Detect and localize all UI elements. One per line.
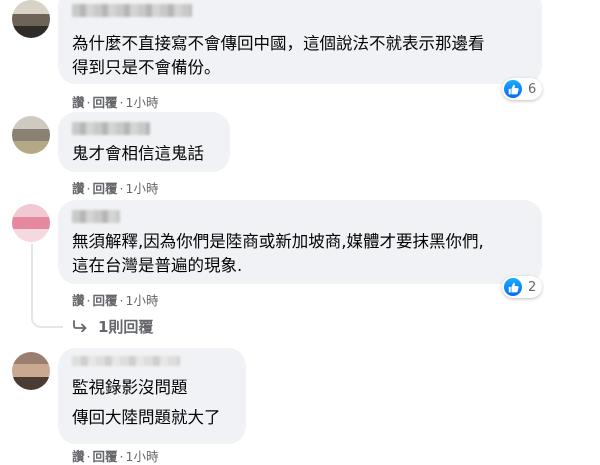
- like-button[interactable]: 讚: [72, 449, 85, 464]
- comment-actions: 讚 · 回覆 · 1小時: [72, 178, 158, 197]
- comment-text-line-1: 為什麼不直接寫不會傳回中國，這個說法不就表示那邊看: [72, 34, 485, 53]
- reaction-count: 6: [528, 81, 537, 97]
- timestamp[interactable]: 1小時: [126, 181, 159, 196]
- comment-actions: 讚 · 回覆 · 1小時: [72, 290, 158, 309]
- commenter-name-redacted[interactable]: [72, 210, 120, 223]
- separator-dot: ·: [119, 95, 124, 110]
- comment-actions: 讚 · 回覆 · 1小時: [72, 92, 158, 111]
- separator-dot: ·: [86, 181, 91, 196]
- commenter-name-redacted[interactable]: [72, 122, 150, 135]
- separator-dot: ·: [119, 181, 124, 196]
- separator-dot: ·: [86, 95, 91, 110]
- avatar[interactable]: [12, 0, 50, 38]
- reply-button[interactable]: 回覆: [93, 449, 118, 464]
- replies-count-label: 1則回覆: [98, 318, 154, 336]
- comment-actions: 讚 · 回覆 · 1小時: [72, 446, 158, 465]
- thumbs-up-icon: [504, 80, 522, 98]
- separator-dot: ·: [119, 449, 124, 464]
- like-button[interactable]: 讚: [72, 181, 85, 196]
- commenter-name-redacted[interactable]: [72, 4, 192, 17]
- avatar[interactable]: [12, 352, 50, 390]
- timestamp[interactable]: 1小時: [126, 95, 159, 110]
- view-replies-link[interactable]: 1則回覆: [72, 316, 153, 337]
- comment-text-line-2: 這在台灣是普遍的現象.: [72, 256, 243, 275]
- timestamp[interactable]: 1小時: [126, 449, 159, 464]
- separator-dot: ·: [119, 293, 124, 308]
- comment-text-line-2: 傳回大陸問題就大了: [72, 408, 221, 427]
- reaction-summary[interactable]: 6: [502, 78, 543, 100]
- reaction-count: 2: [528, 279, 537, 295]
- separator-dot: ·: [86, 293, 91, 308]
- reply-button[interactable]: 回覆: [93, 293, 118, 308]
- commenter-name-redacted[interactable]: [72, 356, 180, 366]
- separator-dot: ·: [86, 449, 91, 464]
- reaction-summary[interactable]: 2: [502, 276, 543, 298]
- avatar[interactable]: [12, 204, 50, 242]
- comment-text-line-1: 無須解釋,因為你們是陸商或新加坡商,媒體才要抹黑你們,: [72, 232, 484, 251]
- reply-button[interactable]: 回覆: [93, 181, 118, 196]
- comment-text-line-2: 得到只是不會備份。: [72, 58, 221, 77]
- like-button[interactable]: 讚: [72, 293, 85, 308]
- comment-text-line-1: 鬼才會相信這鬼話: [72, 144, 204, 163]
- reply-button[interactable]: 回覆: [93, 95, 118, 110]
- thumbs-up-icon: [504, 278, 522, 296]
- reply-arrow-icon: [72, 318, 88, 336]
- like-button[interactable]: 讚: [72, 95, 85, 110]
- comment-text-line-1: 監視錄影沒問題: [72, 378, 188, 397]
- timestamp[interactable]: 1小時: [126, 293, 159, 308]
- avatar[interactable]: [12, 116, 50, 154]
